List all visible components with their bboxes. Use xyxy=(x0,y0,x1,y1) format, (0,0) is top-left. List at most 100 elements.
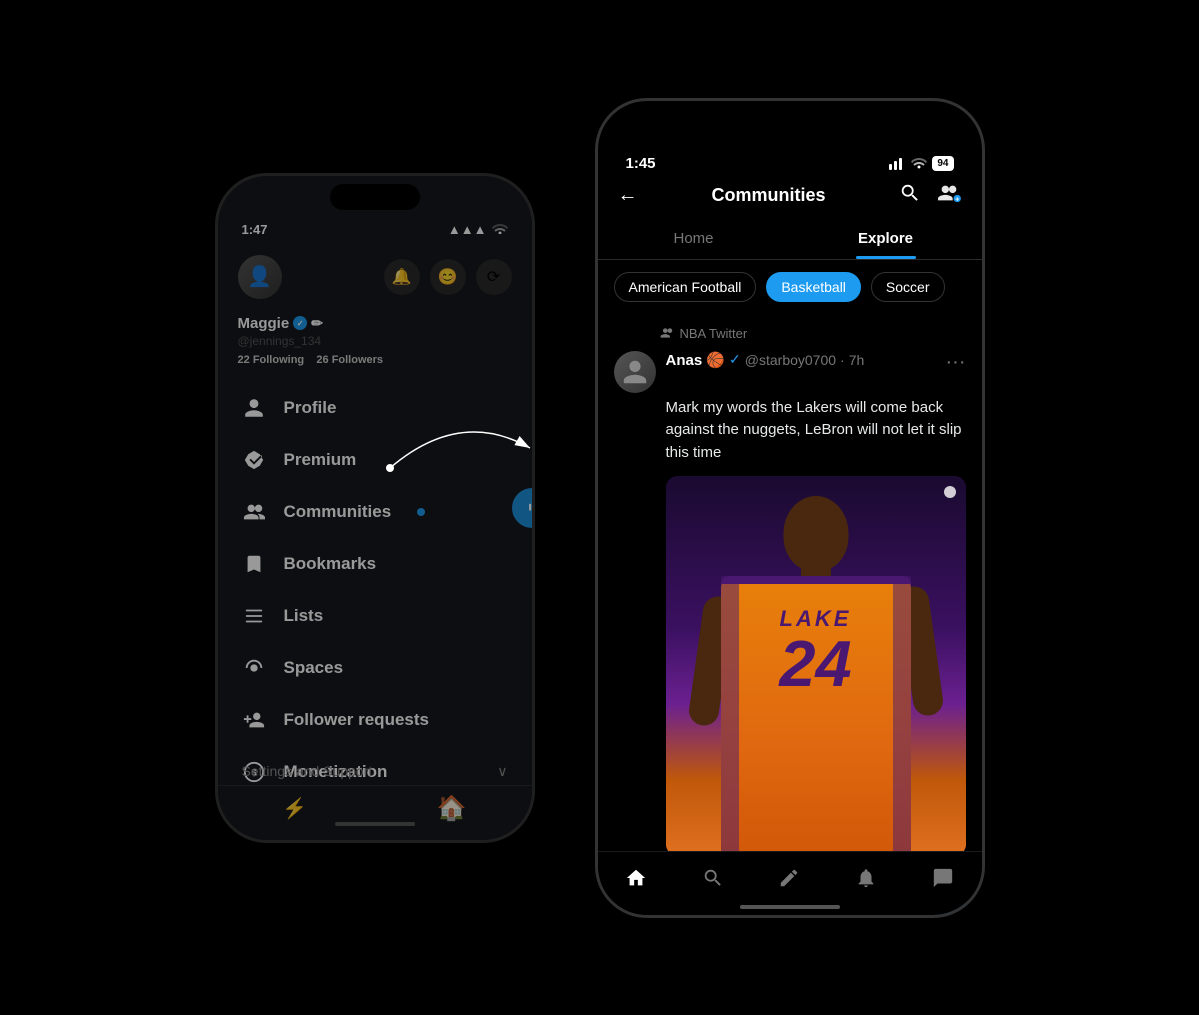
status-bar-right: 1:45 94 xyxy=(598,141,982,172)
tweet-card: NBA Twitter Anas 🏀 ✓ xyxy=(598,314,982,915)
user-handle-left: @jennings_134 xyxy=(238,334,512,348)
filter-basketball[interactable]: Basketball xyxy=(766,272,861,302)
signal-bars-icon xyxy=(888,156,906,170)
followers-count: 26 xyxy=(316,354,328,366)
tweet-time: · xyxy=(840,352,845,368)
tabs: Home Explore xyxy=(598,218,982,260)
icon-group-left: 🔔 😊 ⟳ xyxy=(384,259,512,295)
community-icon xyxy=(660,326,674,340)
bottom-nav-messages[interactable] xyxy=(921,856,965,900)
premium-label: Premium xyxy=(284,450,357,470)
signal-group-right: 94 xyxy=(888,156,953,171)
edit-icon: ✏ xyxy=(311,315,323,332)
scene: 1:47 ▲▲▲ 👤 xyxy=(0,0,1199,1015)
tweet-meta: Anas 🏀 ✓ @starboy0700 · 7h xyxy=(666,351,936,369)
signal-icons-left: ▲▲▲ xyxy=(448,222,508,237)
arrow-connector xyxy=(360,388,560,508)
tweet-header: Anas 🏀 ✓ @starboy0700 · 7h ··· xyxy=(614,351,966,393)
home-indicator-right xyxy=(740,905,840,909)
svg-text:+: + xyxy=(956,194,960,203)
figure-head xyxy=(783,496,848,571)
settings-label: Settings and Support xyxy=(242,763,373,779)
left-phone: 1:47 ▲▲▲ 👤 xyxy=(215,173,535,843)
spaces-label: Spaces xyxy=(284,658,344,678)
settings-icon-circle[interactable]: ⟳ xyxy=(476,259,512,295)
user-info-left: Maggie ✓ ✏ @jennings_134 22 Following 26… xyxy=(218,311,532,374)
following-count: 22 xyxy=(238,354,250,366)
spaces-icon xyxy=(242,656,266,680)
follow-stats: 22 Following 26 Followers xyxy=(238,354,512,366)
status-bar-left: 1:47 ▲▲▲ xyxy=(218,210,532,243)
bottom-nav-notifications[interactable] xyxy=(844,856,888,900)
sidebar-item-bookmarks[interactable]: Bookmarks xyxy=(218,538,532,590)
tweet-content: Mark my words the Lakers will come back … xyxy=(666,397,966,915)
bottom-nav-home[interactable] xyxy=(614,856,658,900)
tweet-image[interactable]: LAKE 24 xyxy=(666,476,966,856)
image-indicator-dot xyxy=(944,486,956,498)
username-left: Maggie ✓ ✏ xyxy=(238,315,512,332)
home-indicator-left xyxy=(335,822,415,826)
communities-header: ← Communities + xyxy=(598,172,982,218)
settings-link[interactable]: Settings and Support ∨ xyxy=(242,763,508,780)
right-screen: 1:45 94 ← Co xyxy=(598,101,982,915)
emoji-icon: 😊 xyxy=(438,267,458,287)
jersey-body: LAKE 24 xyxy=(721,576,911,856)
battery-badge-right: 94 xyxy=(932,156,953,171)
lists-label: Lists xyxy=(284,606,324,626)
following-label: Following xyxy=(253,354,304,366)
right-phone: 1:45 94 ← Co xyxy=(595,98,985,918)
communities-notification-dot xyxy=(417,508,425,516)
dynamic-island-left xyxy=(330,184,420,210)
sidebar-item-lists[interactable]: Lists xyxy=(218,590,532,642)
time-left: 1:47 xyxy=(242,222,268,237)
verified-badge: ✓ xyxy=(293,316,307,330)
tweet-text: Mark my words the Lakers will come back … xyxy=(666,397,966,465)
profile-icon xyxy=(242,396,266,420)
notification-icon-circle[interactable]: 🔔 xyxy=(384,259,420,295)
follower-requests-icon xyxy=(242,708,266,732)
bottom-nav-search[interactable] xyxy=(691,856,735,900)
chevron-down-icon: ∨ xyxy=(497,763,507,780)
tweet-time-value: 7h xyxy=(849,352,865,368)
jersey-stripe-right xyxy=(893,576,911,856)
user-avatar-left[interactable]: 👤 xyxy=(238,255,282,299)
tweet-avatar-inner xyxy=(614,351,656,393)
back-button[interactable]: ← xyxy=(618,184,638,207)
tweet-avatar[interactable] xyxy=(614,351,656,393)
wifi-icon-right xyxy=(911,157,927,169)
tweet-user-row: Anas 🏀 ✓ @starboy0700 · 7h xyxy=(666,351,936,369)
notification-icon: 🔔 xyxy=(392,267,412,287)
tweet-menu-button[interactable]: ··· xyxy=(946,351,966,374)
lightning-icon[interactable]: ⚡ xyxy=(282,796,307,821)
community-label: NBA Twitter xyxy=(660,326,966,341)
filter-pills: American Football Basketball Soccer xyxy=(598,260,982,314)
premium-icon xyxy=(242,448,266,472)
lists-icon xyxy=(242,604,266,628)
tab-home[interactable]: Home xyxy=(598,218,790,259)
settings-icon: ⟳ xyxy=(487,267,500,287)
home-icon-left[interactable]: 🏠 xyxy=(437,794,467,823)
tab-explore[interactable]: Explore xyxy=(790,218,982,259)
sidebar-item-spaces[interactable]: Spaces xyxy=(218,642,532,694)
bookmarks-label: Bookmarks xyxy=(284,554,377,574)
time-right: 1:45 xyxy=(626,155,656,172)
filter-soccer[interactable]: Soccer xyxy=(871,272,945,302)
tweet-username: Anas 🏀 xyxy=(666,351,726,369)
sidebar-item-follower-requests[interactable]: Follower requests xyxy=(218,694,532,746)
emoji-icon-circle[interactable]: 😊 xyxy=(430,259,466,295)
communities-icon xyxy=(242,500,266,524)
jersey-number: 24 xyxy=(779,631,851,696)
dynamic-island-right xyxy=(735,111,845,141)
filter-american-football[interactable]: American Football xyxy=(614,272,757,302)
bookmarks-icon xyxy=(242,552,266,576)
header-icons-group: + xyxy=(899,182,961,210)
bottom-bar-left: ⚡ 🏠 xyxy=(218,785,532,840)
follower-requests-label: Follower requests xyxy=(284,710,429,730)
settings-section: Settings and Support ∨ xyxy=(242,763,508,780)
jersey-figure: LAKE 24 xyxy=(686,486,946,856)
search-icon[interactable] xyxy=(899,182,921,210)
wifi-icon-left xyxy=(492,222,508,237)
add-community-icon[interactable]: + xyxy=(937,182,961,210)
avatar-row-left: 👤 🔔 😊 ⟳ xyxy=(218,243,532,311)
bottom-nav-compose[interactable] xyxy=(767,856,811,900)
